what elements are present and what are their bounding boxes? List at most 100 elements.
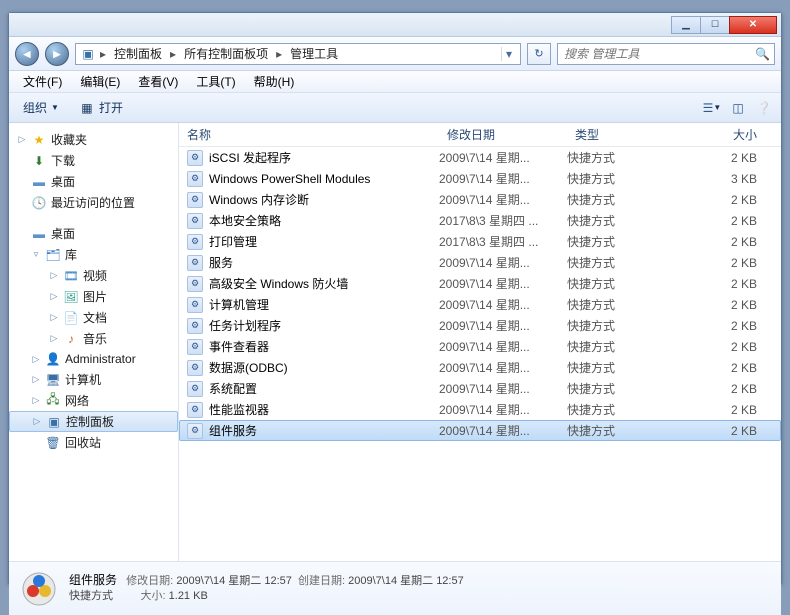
search-input[interactable] (562, 46, 755, 62)
tree-control-panel[interactable]: ▷▣控制面板 (9, 411, 178, 432)
breadcrumb[interactable]: 所有控制面板项 (180, 45, 272, 62)
titlebar[interactable] (9, 13, 781, 37)
file-date: 2009\7\14 星期... (439, 254, 567, 271)
table-row[interactable]: ⚙任务计划程序2009\7\14 星期...快捷方式2 KB (179, 315, 781, 336)
organize-button[interactable]: 组织 ▼ (15, 96, 67, 119)
file-name: iSCSI 发起程序 (209, 149, 291, 166)
table-row[interactable]: ⚙事件查看器2009\7\14 星期...快捷方式2 KB (179, 336, 781, 357)
toolbar: 组织 ▼ ▦ 打开 ☰ ▼ ◫ ❔ (9, 93, 781, 123)
table-row[interactable]: ⚙Windows 内存诊断2009\7\14 星期...快捷方式2 KB (179, 189, 781, 210)
tree-computer[interactable]: ▷🖥计算机 (9, 369, 178, 390)
table-row[interactable]: ⚙服务2009\7\14 星期...快捷方式2 KB (179, 252, 781, 273)
file-type: 快捷方式 (567, 149, 695, 166)
refresh-button[interactable]: ↻ (527, 43, 551, 65)
tree-recycle-bin[interactable]: 🗑回收站 (9, 432, 178, 453)
chevron-down-icon: ▼ (51, 103, 59, 112)
tree-downloads[interactable]: ⬇下载 (9, 150, 178, 171)
shortcut-icon: ⚙ (187, 297, 203, 313)
search-box[interactable]: 🔍 (557, 43, 775, 65)
desktop-icon: ▬ (31, 174, 47, 190)
chevron-right-icon[interactable]: ▸ (98, 47, 108, 61)
file-type: 快捷方式 (567, 170, 695, 187)
file-type: 快捷方式 (567, 338, 695, 355)
breadcrumb[interactable]: 管理工具 (286, 45, 342, 62)
file-rows: ⚙iSCSI 发起程序2009\7\14 星期...快捷方式2 KB⚙Windo… (179, 147, 781, 561)
search-icon[interactable]: 🔍 (755, 47, 770, 61)
file-date: 2009\7\14 星期... (439, 170, 567, 187)
breadcrumb[interactable]: 控制面板 (110, 45, 166, 62)
chevron-right-icon[interactable]: ▸ (168, 47, 178, 61)
shortcut-icon: ⚙ (187, 318, 203, 334)
library-icon: 🗂 (45, 247, 61, 263)
file-date: 2009\7\14 星期... (439, 149, 567, 166)
table-row[interactable]: ⚙iSCSI 发起程序2009\7\14 星期...快捷方式2 KB (179, 147, 781, 168)
maximize-button[interactable] (700, 16, 730, 34)
file-size: 2 KB (695, 193, 773, 207)
file-date: 2009\7\14 星期... (439, 317, 567, 334)
table-row[interactable]: ⚙组件服务2009\7\14 星期...快捷方式2 KB (179, 420, 781, 441)
minimize-button[interactable] (671, 16, 701, 34)
back-button[interactable]: ◄ (15, 42, 39, 66)
tree-favorites[interactable]: ▷★收藏夹 (9, 129, 178, 150)
table-row[interactable]: ⚙数据源(ODBC)2009\7\14 星期...快捷方式2 KB (179, 357, 781, 378)
file-name: Windows PowerShell Modules (209, 172, 370, 186)
file-name: Windows 内存诊断 (209, 191, 309, 208)
column-date[interactable]: 修改日期 (439, 126, 567, 143)
file-date: 2017\8\3 星期四 ... (439, 212, 567, 229)
table-row[interactable]: ⚙高级安全 Windows 防火墙2009\7\14 星期...快捷方式2 KB (179, 273, 781, 294)
table-row[interactable]: ⚙计算机管理2009\7\14 星期...快捷方式2 KB (179, 294, 781, 315)
menu-tools[interactable]: 工具(T) (188, 71, 243, 92)
help-button[interactable]: ❔ (753, 98, 775, 118)
file-type: 快捷方式 (567, 191, 695, 208)
recent-icon: 🕓 (31, 195, 47, 211)
menu-edit[interactable]: 编辑(E) (72, 71, 128, 92)
tree-libraries[interactable]: ▿🗂库 (9, 244, 178, 265)
table-row[interactable]: ⚙本地安全策略2017\8\3 星期四 ...快捷方式2 KB (179, 210, 781, 231)
tree-pictures[interactable]: ▷🖼图片 (9, 286, 178, 307)
column-type[interactable]: 类型 (567, 126, 695, 143)
column-size[interactable]: 大小 (695, 126, 781, 143)
file-name: 计算机管理 (209, 296, 269, 313)
file-name: 打印管理 (209, 233, 257, 250)
table-row[interactable]: ⚙打印管理2017\8\3 星期四 ...快捷方式2 KB (179, 231, 781, 252)
menu-help[interactable]: 帮助(H) (246, 71, 303, 92)
tree-videos[interactable]: ▷🎞视频 (9, 265, 178, 286)
table-row[interactable]: ⚙性能监视器2009\7\14 星期...快捷方式2 KB (179, 399, 781, 420)
tree-administrator[interactable]: ▷👤Administrator (9, 349, 178, 369)
address-dropdown[interactable]: ▾ (501, 47, 516, 61)
close-button[interactable] (729, 16, 777, 34)
tree-network[interactable]: ▷🖧网络 (9, 390, 178, 411)
file-size: 2 KB (695, 151, 773, 165)
column-name[interactable]: 名称 (179, 126, 439, 143)
shortcut-icon: ⚙ (187, 255, 203, 271)
file-size: 2 KB (695, 277, 773, 291)
address-row: ◄ ► ▣ ▸ 控制面板 ▸ 所有控制面板项 ▸ 管理工具 ▾ ↻ 🔍 (9, 37, 781, 71)
address-bar[interactable]: ▣ ▸ 控制面板 ▸ 所有控制面板项 ▸ 管理工具 ▾ (75, 43, 521, 65)
tree-music[interactable]: ▷♪音乐 (9, 328, 178, 349)
file-size: 2 KB (695, 424, 773, 438)
menu-file[interactable]: 文件(F) (15, 71, 70, 92)
open-button[interactable]: ▦ 打开 (71, 96, 131, 119)
star-icon: ★ (31, 132, 47, 148)
file-name: 高级安全 Windows 防火墙 (209, 275, 348, 292)
file-date: 2009\7\14 星期... (439, 401, 567, 418)
table-row[interactable]: ⚙ Windows PowerShell Modules 2009\7\14 星期.… (179, 168, 781, 189)
menu-view[interactable]: 查看(V) (130, 71, 186, 92)
tree-desktop[interactable]: ▬桌面 (9, 223, 178, 244)
file-type: 快捷方式 (567, 359, 695, 376)
organize-label: 组织 (23, 99, 47, 116)
view-options-button[interactable]: ☰ ▼ (701, 98, 723, 118)
details-name: 组件服务 (69, 573, 117, 587)
chevron-right-icon[interactable]: ▸ (274, 47, 284, 61)
tree-documents[interactable]: ▷📄文档 (9, 307, 178, 328)
file-name: 数据源(ODBC) (209, 359, 288, 376)
tree-recent[interactable]: 🕓最近访问的位置 (9, 192, 178, 213)
forward-button[interactable]: ► (45, 42, 69, 66)
preview-pane-button[interactable]: ◫ (727, 98, 749, 118)
recycle-bin-icon: 🗑 (45, 435, 61, 451)
table-row[interactable]: ⚙系统配置2009\7\14 星期...快捷方式2 KB (179, 378, 781, 399)
shortcut-icon: ⚙ (187, 171, 203, 187)
menubar: 文件(F) 编辑(E) 查看(V) 工具(T) 帮助(H) (9, 71, 781, 93)
tree-desktop-fav[interactable]: ▬桌面 (9, 171, 178, 192)
open-icon: ▦ (79, 100, 95, 116)
